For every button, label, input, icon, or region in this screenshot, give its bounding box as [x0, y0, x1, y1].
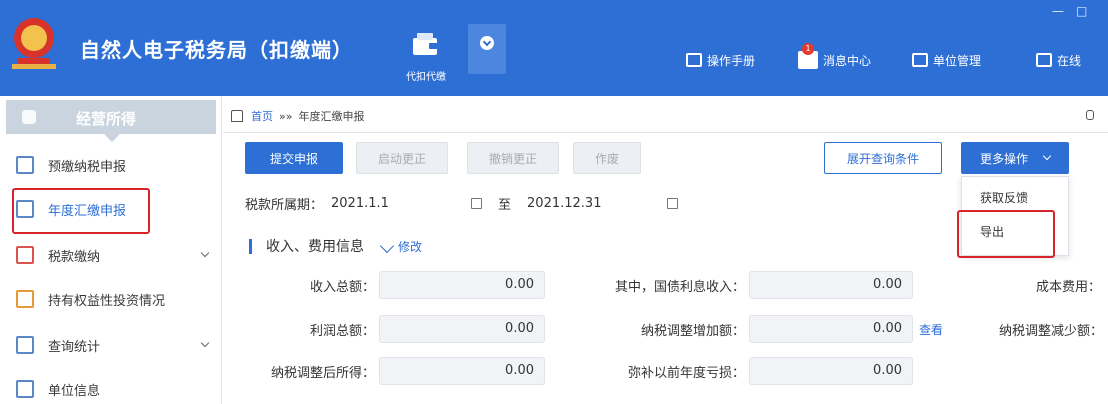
breadcrumb-separator: »»	[279, 109, 293, 123]
calendar-icon[interactable]	[667, 198, 679, 209]
sidebar-item-tax-payment[interactable]: 税款缴纳	[0, 238, 222, 272]
income-total-label: 收入总额：	[309, 280, 375, 295]
chevron-down-icon	[200, 248, 210, 258]
cancel-correction-button[interactable]: 撤销更正	[467, 142, 559, 174]
submit-declare-button[interactable]: 提交申报	[245, 142, 343, 174]
sidebar-item-investment[interactable]: 持有权益性投资情况	[0, 282, 222, 316]
manual-icon	[686, 53, 702, 67]
message-label: 消息中心	[823, 53, 872, 68]
expand-query-button[interactable]: 展开查询条件	[824, 142, 942, 174]
tax-period: 税款所属期： 2021.1.1 至 2021.12.31	[245, 194, 679, 213]
declare-icon	[16, 156, 34, 174]
more-actions-label: 更多操作	[979, 151, 1028, 166]
income-total-field[interactable]: 0.00	[379, 271, 545, 299]
tax-increase-field[interactable]: 0.00	[749, 315, 913, 343]
manual-label: 操作手册	[707, 53, 756, 68]
home-icon	[231, 110, 243, 122]
header-pointer	[104, 134, 120, 142]
tab-withholding[interactable]: 代扣代缴	[395, 18, 457, 86]
sidebar-item-label: 税款缴纳	[48, 249, 101, 265]
sidebar-item-unit-info[interactable]: 单位信息	[0, 372, 222, 404]
bond-interest-label: 其中，国债利息收入：	[614, 280, 745, 295]
unit-icon	[912, 53, 928, 67]
more-actions-button[interactable]: 更多操作	[961, 142, 1069, 174]
breadcrumb: 首页 »» 年度汇缴申报	[231, 108, 364, 124]
breadcrumb-current: 年度汇缴申报	[298, 110, 365, 123]
app-header: 自然人电子税务局（扣缴端） 代扣代缴 — □ 操作手册 1 消息中心 单位管理 …	[0, 0, 1108, 96]
pin-icon[interactable]	[1086, 110, 1094, 120]
loss-offset-label: 弥补以前年度亏损：	[627, 366, 745, 381]
unit-info-icon	[16, 380, 34, 398]
online-label: 在线	[1057, 53, 1082, 68]
wallet-icon	[413, 33, 438, 55]
app-title: 自然人电子税务局（扣缴端）	[80, 38, 353, 62]
nav-more-button[interactable]	[468, 24, 506, 74]
chevron-down-icon	[1042, 151, 1052, 161]
national-emblem-icon	[12, 18, 56, 69]
sidebar-item-label: 单位信息	[48, 383, 101, 399]
start-correction-button[interactable]: 启动更正	[356, 142, 448, 174]
tab-label: 代扣代缴	[406, 72, 446, 83]
statistics-icon	[16, 336, 34, 354]
unit-management-label: 单位管理	[933, 53, 982, 68]
chevron-down-icon	[200, 338, 210, 348]
view-link[interactable]: 查看	[919, 321, 943, 338]
sidebar: 经营所得 预缴纳税申报 年度汇缴申报 税款缴纳 持有权益性投资情况 查询统计 单…	[0, 96, 222, 404]
profit-total-field[interactable]: 0.00	[379, 315, 545, 343]
tax-decrease-label: 纳税调整减少额：	[998, 324, 1103, 339]
tax-increase-label: 纳税调整增加额：	[640, 324, 745, 339]
sidebar-item-prepay-declare[interactable]: 预缴纳税申报	[0, 148, 222, 182]
breadcrumb-home[interactable]: 首页	[251, 108, 273, 124]
sidebar-item-label: 预缴纳税申报	[48, 159, 127, 175]
cost-label: 成本费用：	[1035, 280, 1101, 295]
highlight-export	[957, 210, 1055, 258]
loss-offset-field[interactable]: 0.00	[749, 357, 913, 385]
online-service-link[interactable]: 在线	[1036, 50, 1081, 70]
minimize-button[interactable]: —	[1052, 4, 1064, 18]
section-header: 收入、费用信息 修改	[249, 236, 422, 256]
maximize-button[interactable]: □	[1076, 4, 1087, 18]
period-label: 税款所属期：	[245, 198, 324, 213]
period-start-input[interactable]: 2021.1.1	[331, 196, 471, 211]
chevron-down-icon	[480, 36, 494, 50]
chat-icon	[1036, 53, 1052, 67]
message-icon: 1	[798, 43, 818, 69]
sidebar-item-label: 持有权益性投资情况	[48, 293, 166, 309]
period-to-label: 至	[498, 198, 512, 213]
sidebar-item-label: 查询统计	[48, 339, 101, 355]
bond-interest-field[interactable]: 0.00	[749, 271, 913, 299]
adjusted-income-label: 纳税调整后所得：	[270, 366, 375, 381]
period-end-input[interactable]: 2021.12.31	[527, 196, 667, 211]
adjusted-income-field[interactable]: 0.00	[379, 357, 545, 385]
investment-icon	[16, 290, 34, 308]
sidebar-header: 经营所得	[6, 100, 216, 142]
payment-icon	[16, 246, 34, 264]
void-button[interactable]: 作废	[573, 142, 641, 174]
main-content: 首页 »» 年度汇缴申报 提交申报 启动更正 撤销更正 作废 展开查询条件 更多…	[223, 96, 1108, 404]
pencil-icon	[379, 238, 395, 254]
sidebar-header-label: 经营所得	[76, 110, 137, 128]
shield-icon	[22, 110, 36, 124]
manual-link[interactable]: 操作手册	[686, 50, 755, 70]
unit-management-link[interactable]: 单位管理	[912, 50, 981, 70]
highlight-annual-declare	[12, 188, 150, 234]
sidebar-item-statistics[interactable]: 查询统计	[0, 328, 222, 362]
section-marker	[249, 238, 252, 254]
menu-item-get-feedback[interactable]: 获取反馈	[980, 189, 1028, 206]
calendar-icon[interactable]	[471, 198, 483, 209]
message-badge: 1	[802, 43, 814, 55]
profit-total-label: 利润总额：	[309, 324, 375, 339]
edit-label: 修改	[398, 239, 423, 254]
divider	[223, 132, 1108, 133]
edit-link[interactable]: 修改	[379, 238, 423, 255]
section-title: 收入、费用信息	[266, 239, 364, 255]
message-center-link[interactable]: 1 消息中心	[798, 43, 872, 70]
